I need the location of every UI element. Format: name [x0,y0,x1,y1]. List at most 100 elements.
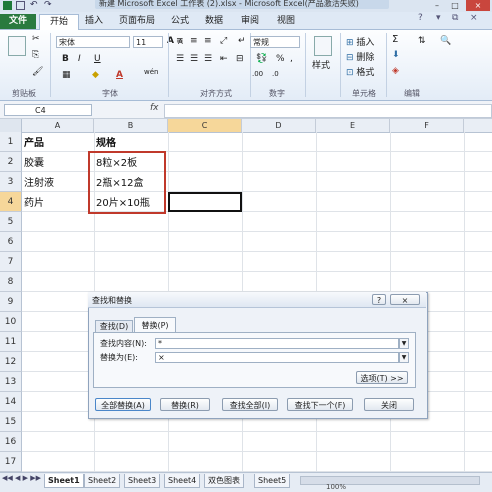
replace-input[interactable]: × [155,352,399,363]
align-bottom-icon[interactable]: ≡ [204,36,212,46]
currency-icon[interactable]: 💱 [256,54,267,64]
column-header-b[interactable]: B [94,119,168,132]
selected-cell-c4[interactable] [168,192,242,212]
cell-a1[interactable]: 产品 [24,134,44,154]
row-header-17[interactable]: 17 [0,452,22,472]
find-next-button[interactable]: 查找下一个(F) [287,398,353,411]
tab-replace[interactable]: 替换(P) [134,317,176,332]
column-header-e[interactable]: E [316,119,390,132]
number-format-select[interactable]: 常规 [250,36,300,48]
row-header-5[interactable]: 5 [0,212,22,232]
styles-button[interactable]: 样式 [312,58,330,71]
row-header-8[interactable]: 8 [0,272,22,292]
row-header-9[interactable]: 9 [0,292,22,312]
format-cells-button[interactable]: ⊡ 格式 [346,65,374,78]
decrease-decimal-button[interactable]: .0 [272,70,279,78]
align-middle-icon[interactable]: ≡ [190,36,198,46]
align-left-icon[interactable]: ☰ [176,54,184,64]
row-header-13[interactable]: 13 [0,372,22,392]
cut-icon[interactable]: ✂ [32,34,40,44]
tab-view[interactable]: 视图 [272,14,300,29]
delete-cells-button[interactable]: ⊟ 删除 [346,50,374,63]
percent-button[interactable]: % [276,54,285,64]
column-header-c[interactable]: C [168,119,242,132]
italic-button[interactable]: I [78,54,81,64]
decrease-indent-icon[interactable]: ⇤ [220,54,228,64]
bold-button[interactable]: B [62,54,69,64]
phonetic-icon[interactable]: wén [144,68,158,76]
dialog-close-icon[interactable]: × [390,294,420,305]
format-painter-icon[interactable]: 🖌 [32,67,43,77]
row-header-2[interactable]: 2 [0,152,22,172]
row-header-16[interactable]: 16 [0,432,22,452]
row-header-15[interactable]: 15 [0,412,22,432]
tab-page-layout[interactable]: 页面布局 [112,14,162,29]
insert-function-button[interactable]: fx [150,103,159,113]
maximize-icon[interactable]: □ [448,0,462,11]
orientation-icon[interactable]: ⤢ [220,36,227,46]
row-header-6[interactable]: 6 [0,232,22,252]
sheet-tab-1[interactable]: Sheet1 [44,474,84,488]
window-restore-icon[interactable]: ⧉ [452,13,458,23]
replace-all-button[interactable]: 全部替换(A) [95,398,151,411]
cell-a4[interactable]: 药片 [24,194,44,214]
comma-button[interactable]: , [290,54,293,64]
styles-icon[interactable] [314,36,332,56]
tab-data[interactable]: 数据 [200,14,228,29]
row-header-11[interactable]: 11 [0,332,22,352]
underline-button[interactable]: U [94,54,101,64]
tab-find[interactable]: 查找(D) [95,320,133,332]
row-header-10[interactable]: 10 [0,312,22,332]
row-header-3[interactable]: 3 [0,172,22,192]
close-button[interactable]: 关闭 [364,398,414,411]
wrap-text-icon[interactable]: ↵ [238,36,246,46]
select-all-corner[interactable] [0,119,22,132]
fill-icon[interactable]: ⬇ [392,50,400,60]
help-icon[interactable]: ? [418,13,423,23]
insert-cells-button[interactable]: ⊞ 插入 [346,35,374,48]
find-dropdown-icon[interactable]: ▼ [399,338,409,349]
align-top-icon[interactable]: ≡ [176,36,184,46]
close-icon[interactable]: × [466,0,490,11]
cell-a2[interactable]: 胶囊 [24,154,44,174]
row-header-7[interactable]: 7 [0,252,22,272]
undo-icon[interactable]: ↶ [30,0,38,10]
row-header-12[interactable]: 12 [0,352,22,372]
tab-formulas[interactable]: 公式 [166,14,194,29]
sort-filter-icon[interactable]: ⇅ [418,36,426,46]
sheet-tab-2[interactable]: Sheet2 [84,474,121,488]
clear-icon[interactable]: ◈ [392,66,399,76]
formula-input[interactable] [164,104,492,118]
paste-icon[interactable] [8,36,26,56]
name-box[interactable]: C4 [4,104,92,116]
sheet-tab-5[interactable]: 双色图表 [204,474,244,488]
cell-a3[interactable]: 注射液 [24,174,54,194]
row-header-14[interactable]: 14 [0,392,22,412]
window-close-icon[interactable]: × [470,13,478,23]
borders-icon[interactable]: ▦ [62,70,71,80]
column-header-d[interactable]: D [242,119,316,132]
find-all-button[interactable]: 查找全部(I) [222,398,278,411]
redo-icon[interactable]: ↷ [44,0,52,10]
row-header-4[interactable]: 4 [0,192,22,212]
replace-button[interactable]: 替换(R) [160,398,210,411]
sheet-tab-4[interactable]: Sheet4 [164,474,201,488]
dialog-help-icon[interactable]: ? [372,294,386,305]
ribbon-minimize-icon[interactable]: ▾ [436,13,441,23]
font-color-icon[interactable]: A [116,70,123,80]
font-name-select[interactable]: 宋体 [56,36,130,48]
find-input[interactable]: * [155,338,399,349]
tab-review[interactable]: 审阅 [236,14,264,29]
tab-insert[interactable]: 插入 [80,14,108,29]
column-header-a[interactable]: A [22,119,94,132]
replace-dropdown-icon[interactable]: ▼ [399,352,409,363]
column-header-f[interactable]: F [390,119,464,132]
row-header-1[interactable]: 1 [0,132,22,152]
sheet-tab-3[interactable]: Sheet3 [124,474,161,488]
align-right-icon[interactable]: ☰ [204,54,212,64]
sheet-nav-icon[interactable]: ◀◀ ◀ ▶ ▶▶ [2,474,41,482]
autosum-icon[interactable]: Σ [392,34,398,45]
increase-decimal-button[interactable]: .00 [252,70,263,78]
tab-file[interactable]: 文件 [0,14,36,29]
merge-center-icon[interactable]: ⊟ [236,54,244,64]
